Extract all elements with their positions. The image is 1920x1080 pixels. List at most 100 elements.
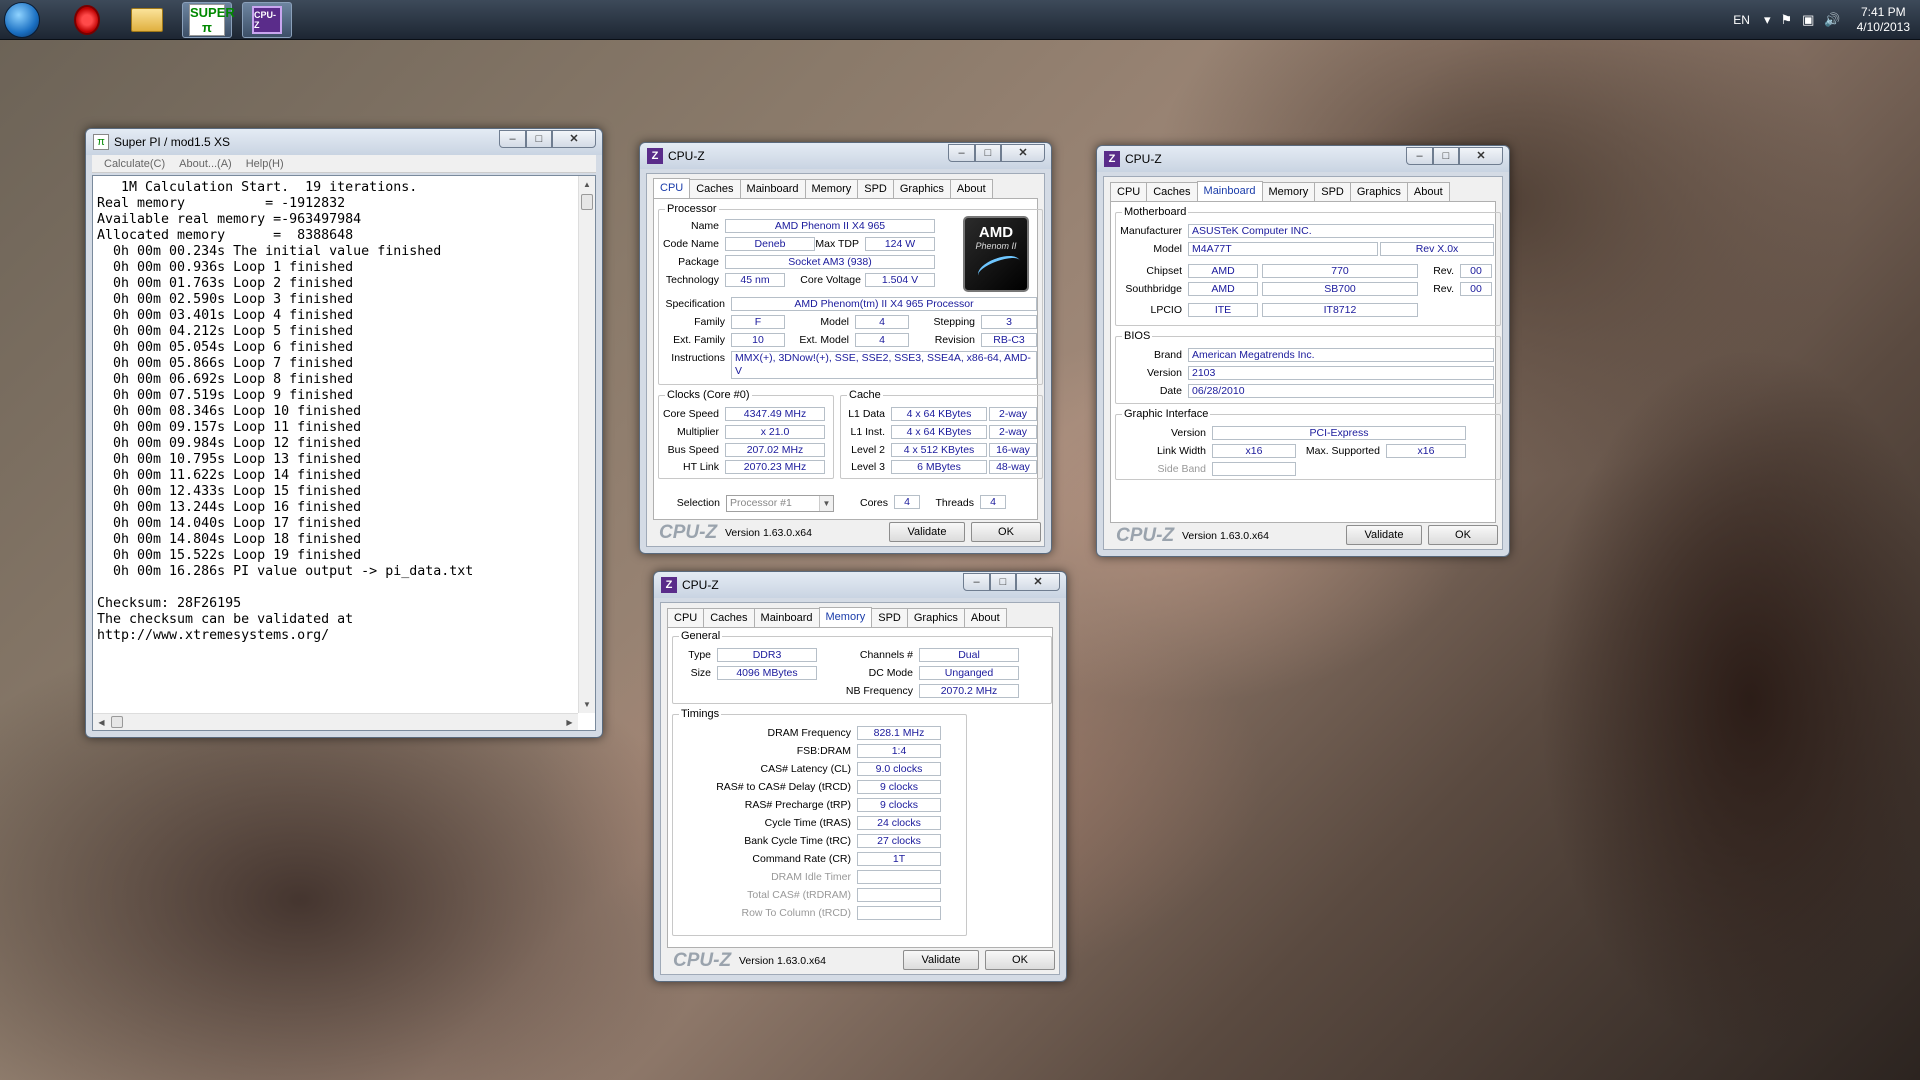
l3-value: 6 MBytes [891, 460, 987, 474]
tab-graphics[interactable]: Graphics [906, 608, 965, 627]
maximize-button[interactable]: □ [526, 130, 552, 148]
maximize-button[interactable]: □ [975, 144, 1001, 162]
chipset-label: Chipset [1146, 265, 1182, 277]
group-label: BIOS [1122, 330, 1153, 342]
tab-about[interactable]: About [963, 608, 1007, 627]
cpuz-footer: CPU-Z Version 1.63.0.x64 Validate OK [653, 520, 1041, 544]
vertical-scrollbar[interactable]: ▲ ▼ [578, 176, 595, 713]
tab-memory[interactable]: Memory [804, 179, 859, 198]
corevoltage-label: Core Voltage [800, 274, 861, 286]
menu-about[interactable]: About...(A) [179, 158, 232, 170]
spec-label: Specification [665, 298, 725, 310]
scroll-down-icon[interactable]: ▼ [579, 696, 595, 713]
tab-spd[interactable]: SPD [857, 179, 894, 198]
cpuz-memory-window: Z CPU-Z – □ ✕ CPU Caches Mainboard Memor… [653, 571, 1067, 982]
tab-mainboard[interactable]: Mainboard [1196, 181, 1263, 202]
extfamily-value: 10 [731, 333, 785, 347]
show-hidden-icons-icon[interactable]: ▾ [1764, 12, 1771, 28]
validate-button[interactable]: Validate [903, 950, 979, 970]
scroll-up-icon[interactable]: ▲ [579, 176, 595, 193]
action-center-flag-icon[interactable]: ⚑ [1780, 12, 1792, 28]
menu-calculate[interactable]: Calculate(C) [104, 158, 165, 170]
hscroll-thumb[interactable] [111, 716, 123, 728]
mainboard-panel: Motherboard Manufacturer ASUSTeK Compute… [1110, 201, 1501, 523]
cpuz-titlebar[interactable]: Z CPU-Z – □ ✕ [640, 143, 1051, 169]
tab-mainboard[interactable]: Mainboard [739, 179, 806, 198]
close-button[interactable]: ✕ [1001, 144, 1045, 162]
ok-button[interactable]: OK [1428, 525, 1498, 545]
window-title: CPU-Z [1125, 152, 1162, 166]
l1d-label: L1 Data [848, 408, 885, 420]
tab-about[interactable]: About [1406, 182, 1450, 201]
superpi-output-area[interactable]: 1M Calculation Start. 19 iterations. Rea… [92, 175, 596, 731]
taskbar-opera-button[interactable] [62, 2, 112, 38]
tab-caches[interactable]: Caches [689, 179, 741, 198]
close-button[interactable]: ✕ [1016, 573, 1060, 591]
bios-brand-value: American Megatrends Inc. [1188, 348, 1494, 362]
tab-memory[interactable]: Memory [818, 607, 873, 628]
maxtdp-label: Max TDP [815, 238, 859, 250]
language-indicator[interactable]: EN [1733, 13, 1750, 27]
timing-label: Bank Cycle Time (tRC) [744, 835, 851, 847]
windows-start-button[interactable] [4, 2, 40, 38]
tab-caches[interactable]: Caches [1146, 182, 1198, 201]
timing-value: 27 clocks [857, 834, 941, 848]
tab-graphics[interactable]: Graphics [892, 179, 951, 198]
southbridge-rev-value: 00 [1460, 282, 1492, 296]
cpuz-titlebar[interactable]: Z CPU-Z – □ ✕ [654, 572, 1066, 598]
validate-button[interactable]: Validate [889, 522, 965, 542]
close-button[interactable]: ✕ [552, 130, 596, 148]
tab-spd[interactable]: SPD [871, 608, 908, 627]
volume-icon[interactable]: 🔊 [1824, 12, 1840, 28]
group-label: Cache [847, 389, 883, 401]
ok-button[interactable]: OK [985, 950, 1055, 970]
clock[interactable]: 7:41 PM 4/10/2013 [1857, 5, 1910, 35]
minimize-button[interactable]: – [499, 130, 526, 148]
superpi-titlebar[interactable]: π Super PI / mod1.5 XS – □ ✕ [86, 129, 602, 155]
tab-mainboard[interactable]: Mainboard [753, 608, 820, 627]
taskbar-superpi-button[interactable]: SUPER π [182, 2, 235, 38]
scroll-right-icon[interactable]: ▶ [561, 714, 578, 731]
minimize-button[interactable]: – [963, 573, 990, 591]
tab-cpu[interactable]: CPU [1110, 182, 1148, 201]
minimize-button[interactable]: – [1406, 147, 1433, 165]
package-value: Socket AM3 (938) [725, 255, 935, 269]
scroll-left-icon[interactable]: ◀ [93, 714, 110, 731]
cores-value: 4 [894, 495, 920, 509]
validate-button[interactable]: Validate [1346, 525, 1422, 545]
close-button[interactable]: ✕ [1459, 147, 1503, 165]
bios-group: BIOS Brand American Megatrends Inc. Vers… [1115, 330, 1501, 404]
logo-brand: AMD [978, 224, 1014, 241]
superpi-app-icon: π [93, 134, 109, 150]
codename-label: Code Name [662, 238, 719, 250]
processor-select[interactable]: Processor #1 ▼ [726, 495, 834, 512]
southbridge-value: SB700 [1262, 282, 1418, 296]
maximize-button[interactable]: □ [990, 573, 1016, 591]
minimize-button[interactable]: – [948, 144, 975, 162]
corevoltage-value: 1.504 V [865, 273, 935, 287]
threads-value: 4 [980, 495, 1006, 509]
tab-graphics[interactable]: Graphics [1349, 182, 1408, 201]
tab-memory[interactable]: Memory [1261, 182, 1316, 201]
taskbar-explorer-button[interactable] [122, 2, 172, 38]
cpuz-body: CPU Caches Mainboard Memory SPD Graphics… [1103, 176, 1503, 550]
tab-about[interactable]: About [949, 179, 993, 198]
extmodel-label: Ext. Model [799, 334, 849, 346]
family-value: F [731, 315, 785, 329]
taskbar-cpuz-button[interactable]: CPU-Z [242, 2, 292, 38]
tab-caches[interactable]: Caches [703, 608, 755, 627]
cpuz-titlebar[interactable]: Z CPU-Z – □ ✕ [1097, 146, 1509, 172]
tab-cpu[interactable]: CPU [653, 178, 691, 199]
menu-help[interactable]: Help(H) [246, 158, 284, 170]
maximize-button[interactable]: □ [1433, 147, 1459, 165]
tab-spd[interactable]: SPD [1314, 182, 1351, 201]
cpu-panel: Processor Name AMD Phenom II X4 965 Code… [653, 198, 1043, 520]
scroll-thumb[interactable] [581, 194, 593, 210]
bios-brand-label: Brand [1153, 349, 1182, 361]
processor-select-value: Processor #1 [730, 497, 792, 509]
tab-cpu[interactable]: CPU [667, 608, 705, 627]
horizontal-scrollbar[interactable]: ◀ ▶ [93, 713, 578, 730]
network-icon[interactable]: ▣ [1802, 12, 1814, 28]
ok-button[interactable]: OK [971, 522, 1041, 542]
bios-date-label: Date [1159, 385, 1182, 397]
